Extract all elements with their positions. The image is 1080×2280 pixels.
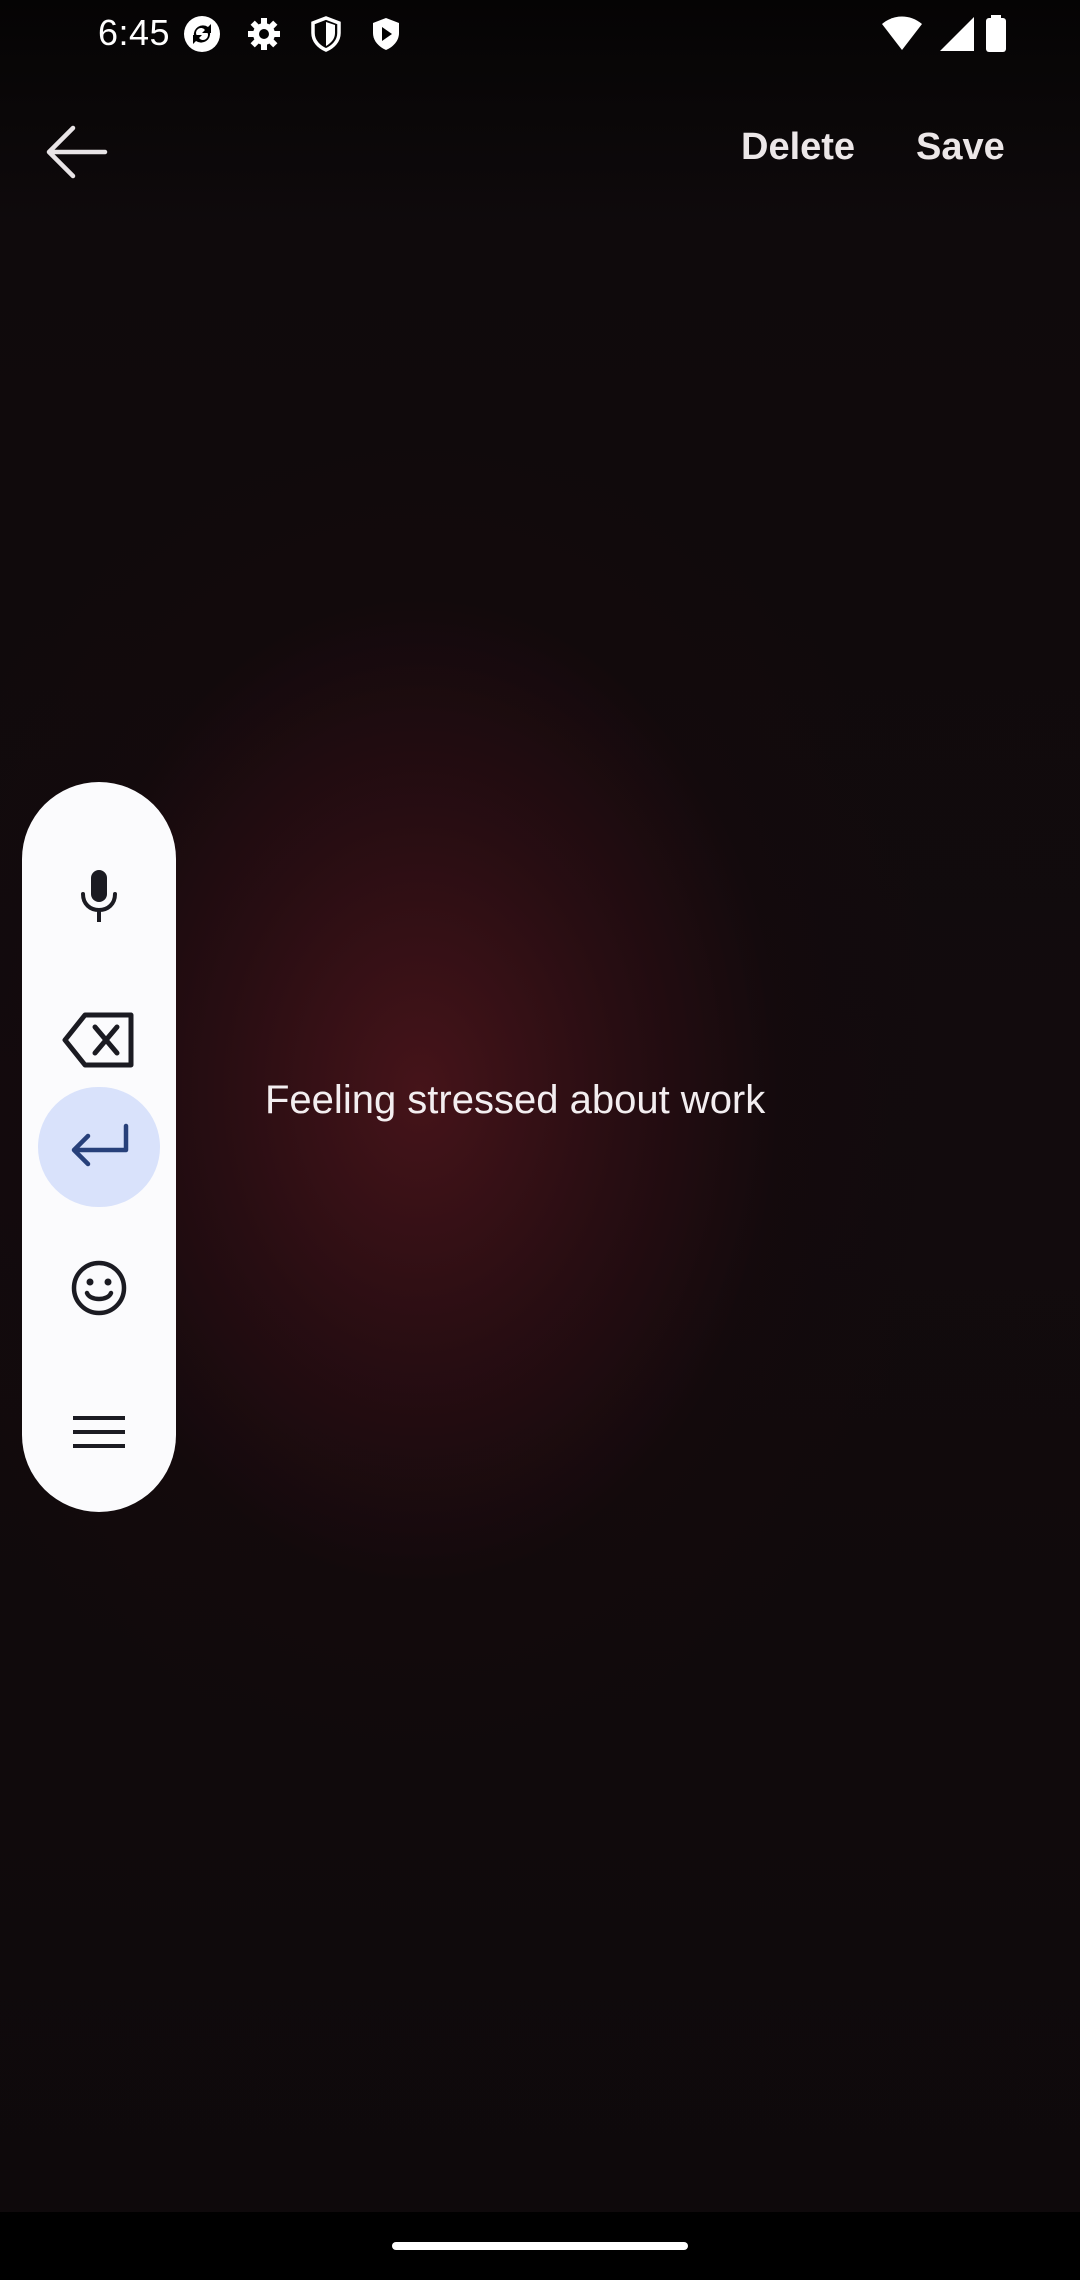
wifi-icon (880, 14, 924, 54)
save-button[interactable]: Save (916, 126, 1005, 169)
enter-icon (66, 1120, 132, 1175)
arrow-left-icon (41, 117, 111, 192)
status-bar: 6:45 (0, 0, 1080, 66)
gear-icon (244, 14, 284, 54)
signal-icon (936, 14, 976, 54)
backspace-button[interactable] (38, 982, 160, 1102)
note-text[interactable]: Feeling stressed about work (265, 1078, 765, 1123)
back-button[interactable] (34, 112, 118, 196)
app-bar: Delete Save (0, 90, 1080, 220)
enter-button[interactable] (38, 1087, 160, 1207)
screen: 6:45 Delete Save Feeling stressed about … (0, 0, 1080, 2280)
shield-icon (306, 14, 346, 54)
emoji-icon (69, 1258, 129, 1323)
delete-button[interactable]: Delete (741, 126, 855, 169)
status-time: 6:45 (98, 12, 171, 53)
menu-icon (71, 1410, 127, 1459)
sync-icon (182, 14, 222, 54)
menu-button[interactable] (38, 1374, 160, 1494)
floating-toolbar (22, 782, 176, 1512)
emoji-button[interactable] (38, 1230, 160, 1350)
home-gesture-handle[interactable] (392, 2242, 688, 2250)
microphone-icon (69, 866, 129, 931)
play-shield-icon (366, 14, 406, 54)
microphone-button[interactable] (38, 838, 160, 958)
backspace-icon (61, 1010, 137, 1075)
battery-icon (984, 14, 1008, 54)
